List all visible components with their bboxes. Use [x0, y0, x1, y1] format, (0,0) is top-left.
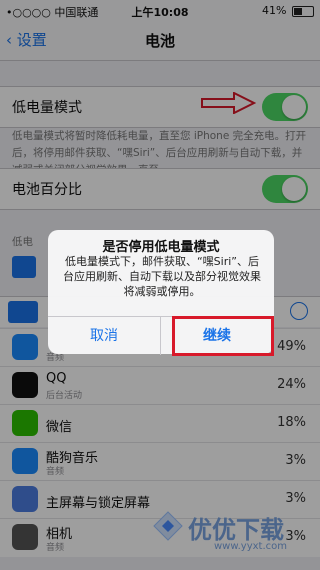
cancel-button[interactable]: 取消 — [48, 317, 160, 355]
alert-message: 低电量模式下，邮件获取、“嘿Siri”、后台应用刷新、自动下载以及部分视觉效果将… — [63, 255, 261, 298]
red-highlight-box — [172, 316, 274, 356]
alert-title: 是否停用低电量模式 — [102, 240, 220, 255]
